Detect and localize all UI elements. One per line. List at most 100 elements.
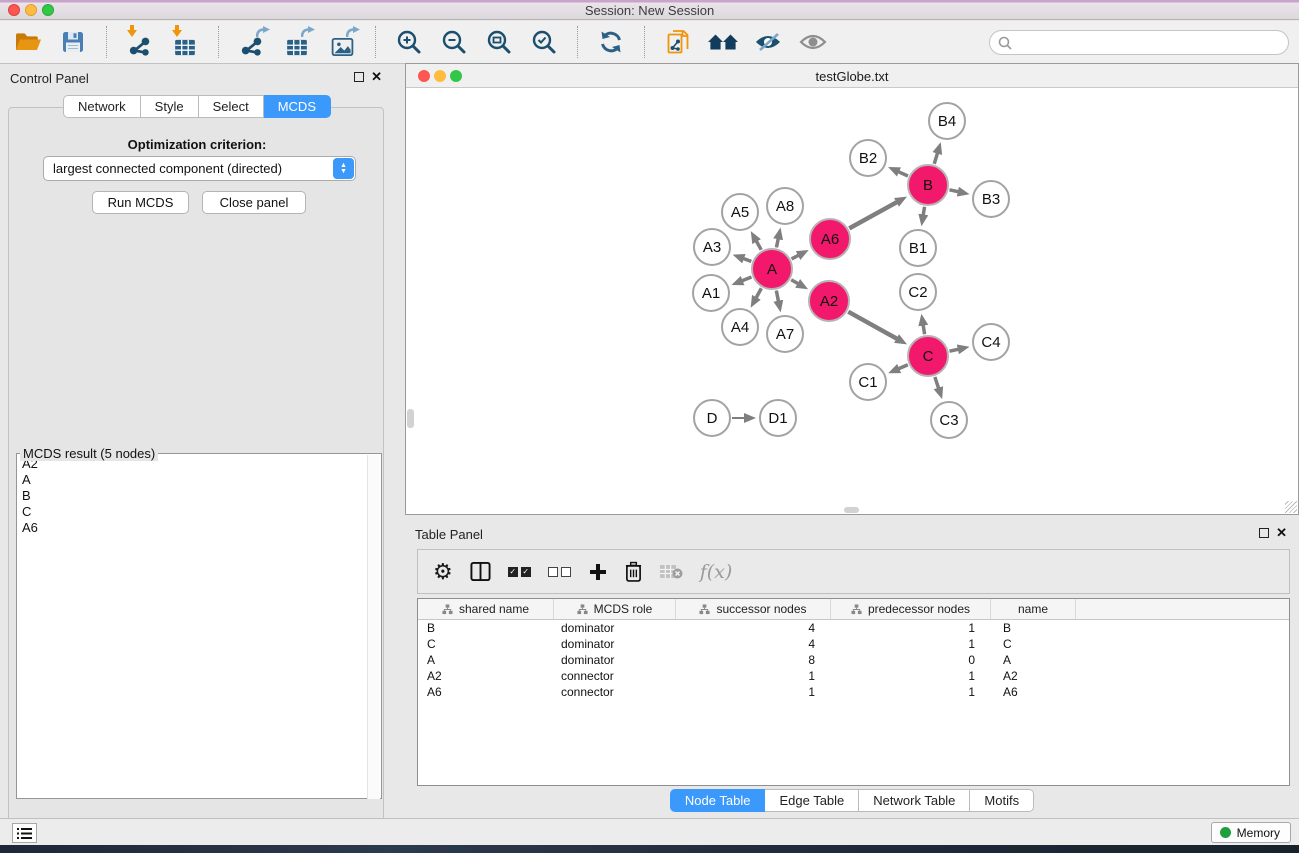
tab-edge-table[interactable]: Edge Table: [765, 789, 859, 812]
close-panel-button[interactable]: Close panel: [202, 191, 306, 214]
graph-node-A7[interactable]: A7: [766, 315, 804, 353]
table-cell[interactable]: 4: [676, 636, 831, 652]
graph-edge-A-A7[interactable]: [776, 291, 778, 302]
graph-edge-C-C3[interactable]: [935, 377, 939, 389]
graph-node-D1[interactable]: D1: [759, 399, 797, 437]
close-panel-icon[interactable]: ✕: [1276, 525, 1287, 541]
table-cell[interactable]: A6: [418, 684, 554, 700]
graph-node-A6[interactable]: A6: [809, 218, 851, 260]
graph-edge-B-B1[interactable]: [923, 207, 924, 216]
graph-node-C[interactable]: C: [907, 335, 949, 377]
table-cell[interactable]: 1: [831, 620, 991, 636]
table-row[interactable]: Cdominator41C: [418, 636, 1289, 652]
zoom-out-icon[interactable]: [438, 26, 470, 58]
table-cell[interactable]: dominator: [554, 636, 676, 652]
graph-node-B3[interactable]: B3: [972, 180, 1010, 218]
column-header-mcds-role[interactable]: MCDS role: [554, 599, 676, 619]
table-row[interactable]: A2connector11A2: [418, 668, 1289, 684]
table-cell[interactable]: A6: [991, 684, 1076, 700]
show-eye-icon[interactable]: [797, 26, 829, 58]
graph-edge-C-C2[interactable]: [923, 325, 925, 335]
add-column-icon[interactable]: [588, 562, 608, 582]
graph-node-A5[interactable]: A5: [721, 193, 759, 231]
network-canvas[interactable]: B4B2BB3A5A8A6A3B1AA1C2A2A4A7C4CC1DD1C3: [406, 88, 1298, 514]
table-cell[interactable]: dominator: [554, 620, 676, 636]
table-cell[interactable]: 1: [831, 684, 991, 700]
graph-edge-C-C1[interactable]: [898, 365, 908, 369]
mcds-result-item[interactable]: A6: [19, 520, 366, 536]
copy-network-icon[interactable]: [662, 26, 694, 58]
column-header-predecessor-nodes[interactable]: predecessor nodes: [831, 599, 991, 619]
export-network-icon[interactable]: [236, 26, 268, 58]
table-cell[interactable]: A: [991, 652, 1076, 668]
graph-node-B1[interactable]: B1: [899, 229, 937, 267]
table-cell[interactable]: 8: [676, 652, 831, 668]
graph-edge-A-A4[interactable]: [756, 288, 761, 298]
optimization-criterion-dropdown[interactable]: largest connected component (directed) ▲…: [43, 156, 356, 181]
column-header-shared-name[interactable]: shared name: [418, 599, 554, 619]
graph-edge-A-A6[interactable]: [792, 255, 799, 259]
float-window-icon[interactable]: [354, 72, 364, 82]
close-panel-icon[interactable]: ✕: [371, 69, 382, 85]
export-image-icon[interactable]: [326, 26, 358, 58]
tab-network[interactable]: Network: [63, 95, 141, 118]
save-session-icon[interactable]: [57, 26, 89, 58]
graph-edge-C-C4[interactable]: [949, 349, 958, 351]
dropdown-stepper-icon[interactable]: ▲▼: [333, 158, 354, 179]
graph-edge-A2-C[interactable]: [848, 312, 897, 339]
select-all-checkboxes-icon[interactable]: ✓✓: [508, 567, 531, 577]
column-layout-icon[interactable]: [470, 561, 491, 582]
tab-motifs[interactable]: Motifs: [970, 789, 1034, 812]
graph-node-D[interactable]: D: [693, 399, 731, 437]
graph-node-A1[interactable]: A1: [692, 274, 730, 312]
tab-mcds[interactable]: MCDS: [264, 95, 331, 118]
graph-node-A3[interactable]: A3: [693, 228, 731, 266]
zoom-in-icon[interactable]: [393, 26, 425, 58]
import-network-icon[interactable]: [124, 26, 156, 58]
table-cell[interactable]: 0: [831, 652, 991, 668]
table-cell[interactable]: dominator: [554, 652, 676, 668]
hide-eye-icon[interactable]: [752, 26, 784, 58]
graph-node-B4[interactable]: B4: [928, 102, 966, 140]
tab-network-table[interactable]: Network Table: [859, 789, 970, 812]
table-cell[interactable]: 4: [676, 620, 831, 636]
network-horizontal-scrollbar[interactable]: [844, 507, 859, 513]
graph-edge-A-A5[interactable]: [756, 241, 761, 250]
table-cell[interactable]: A: [418, 652, 554, 668]
column-header-successor-nodes[interactable]: successor nodes: [676, 599, 831, 619]
column-header-name[interactable]: name: [991, 599, 1076, 619]
table-row[interactable]: Adominator80A: [418, 652, 1289, 668]
deselect-all-checkboxes-icon[interactable]: [548, 567, 571, 577]
graph-edge-B-B4[interactable]: [934, 153, 937, 164]
table-cell[interactable]: 1: [676, 684, 831, 700]
mcds-result-item[interactable]: A: [19, 472, 366, 488]
window-resize-grip[interactable]: [1285, 501, 1297, 513]
graph-node-A8[interactable]: A8: [766, 187, 804, 225]
network-vertical-scrollbar[interactable]: [407, 409, 414, 428]
graph-node-C1[interactable]: C1: [849, 363, 887, 401]
graph-node-A[interactable]: A: [751, 248, 793, 290]
table-cell[interactable]: connector: [554, 684, 676, 700]
run-mcds-button[interactable]: Run MCDS: [92, 191, 189, 214]
search-input[interactable]: [989, 30, 1289, 55]
graph-edge-A-A1[interactable]: [742, 277, 752, 281]
graph-node-B[interactable]: B: [907, 164, 949, 206]
memory-button[interactable]: Memory: [1211, 822, 1291, 843]
cyndex-home-icon[interactable]: [707, 26, 739, 58]
table-cell[interactable]: B: [991, 620, 1076, 636]
table-cell[interactable]: 1: [831, 668, 991, 684]
graph-node-C4[interactable]: C4: [972, 323, 1010, 361]
table-row[interactable]: Bdominator41B: [418, 620, 1289, 636]
float-window-icon[interactable]: [1259, 528, 1269, 538]
zoom-fit-icon[interactable]: [483, 26, 515, 58]
graph-node-B2[interactable]: B2: [849, 139, 887, 177]
graph-edge-A6-B[interactable]: [849, 202, 897, 228]
table-row[interactable]: A6connector11A6: [418, 684, 1289, 700]
table-cell[interactable]: A2: [991, 668, 1076, 684]
tab-node-table[interactable]: Node Table: [670, 789, 766, 812]
refresh-icon[interactable]: [595, 26, 627, 58]
tab-style[interactable]: Style: [141, 95, 199, 118]
tab-select[interactable]: Select: [199, 95, 264, 118]
table-cell[interactable]: B: [418, 620, 554, 636]
export-table-icon[interactable]: [281, 26, 313, 58]
